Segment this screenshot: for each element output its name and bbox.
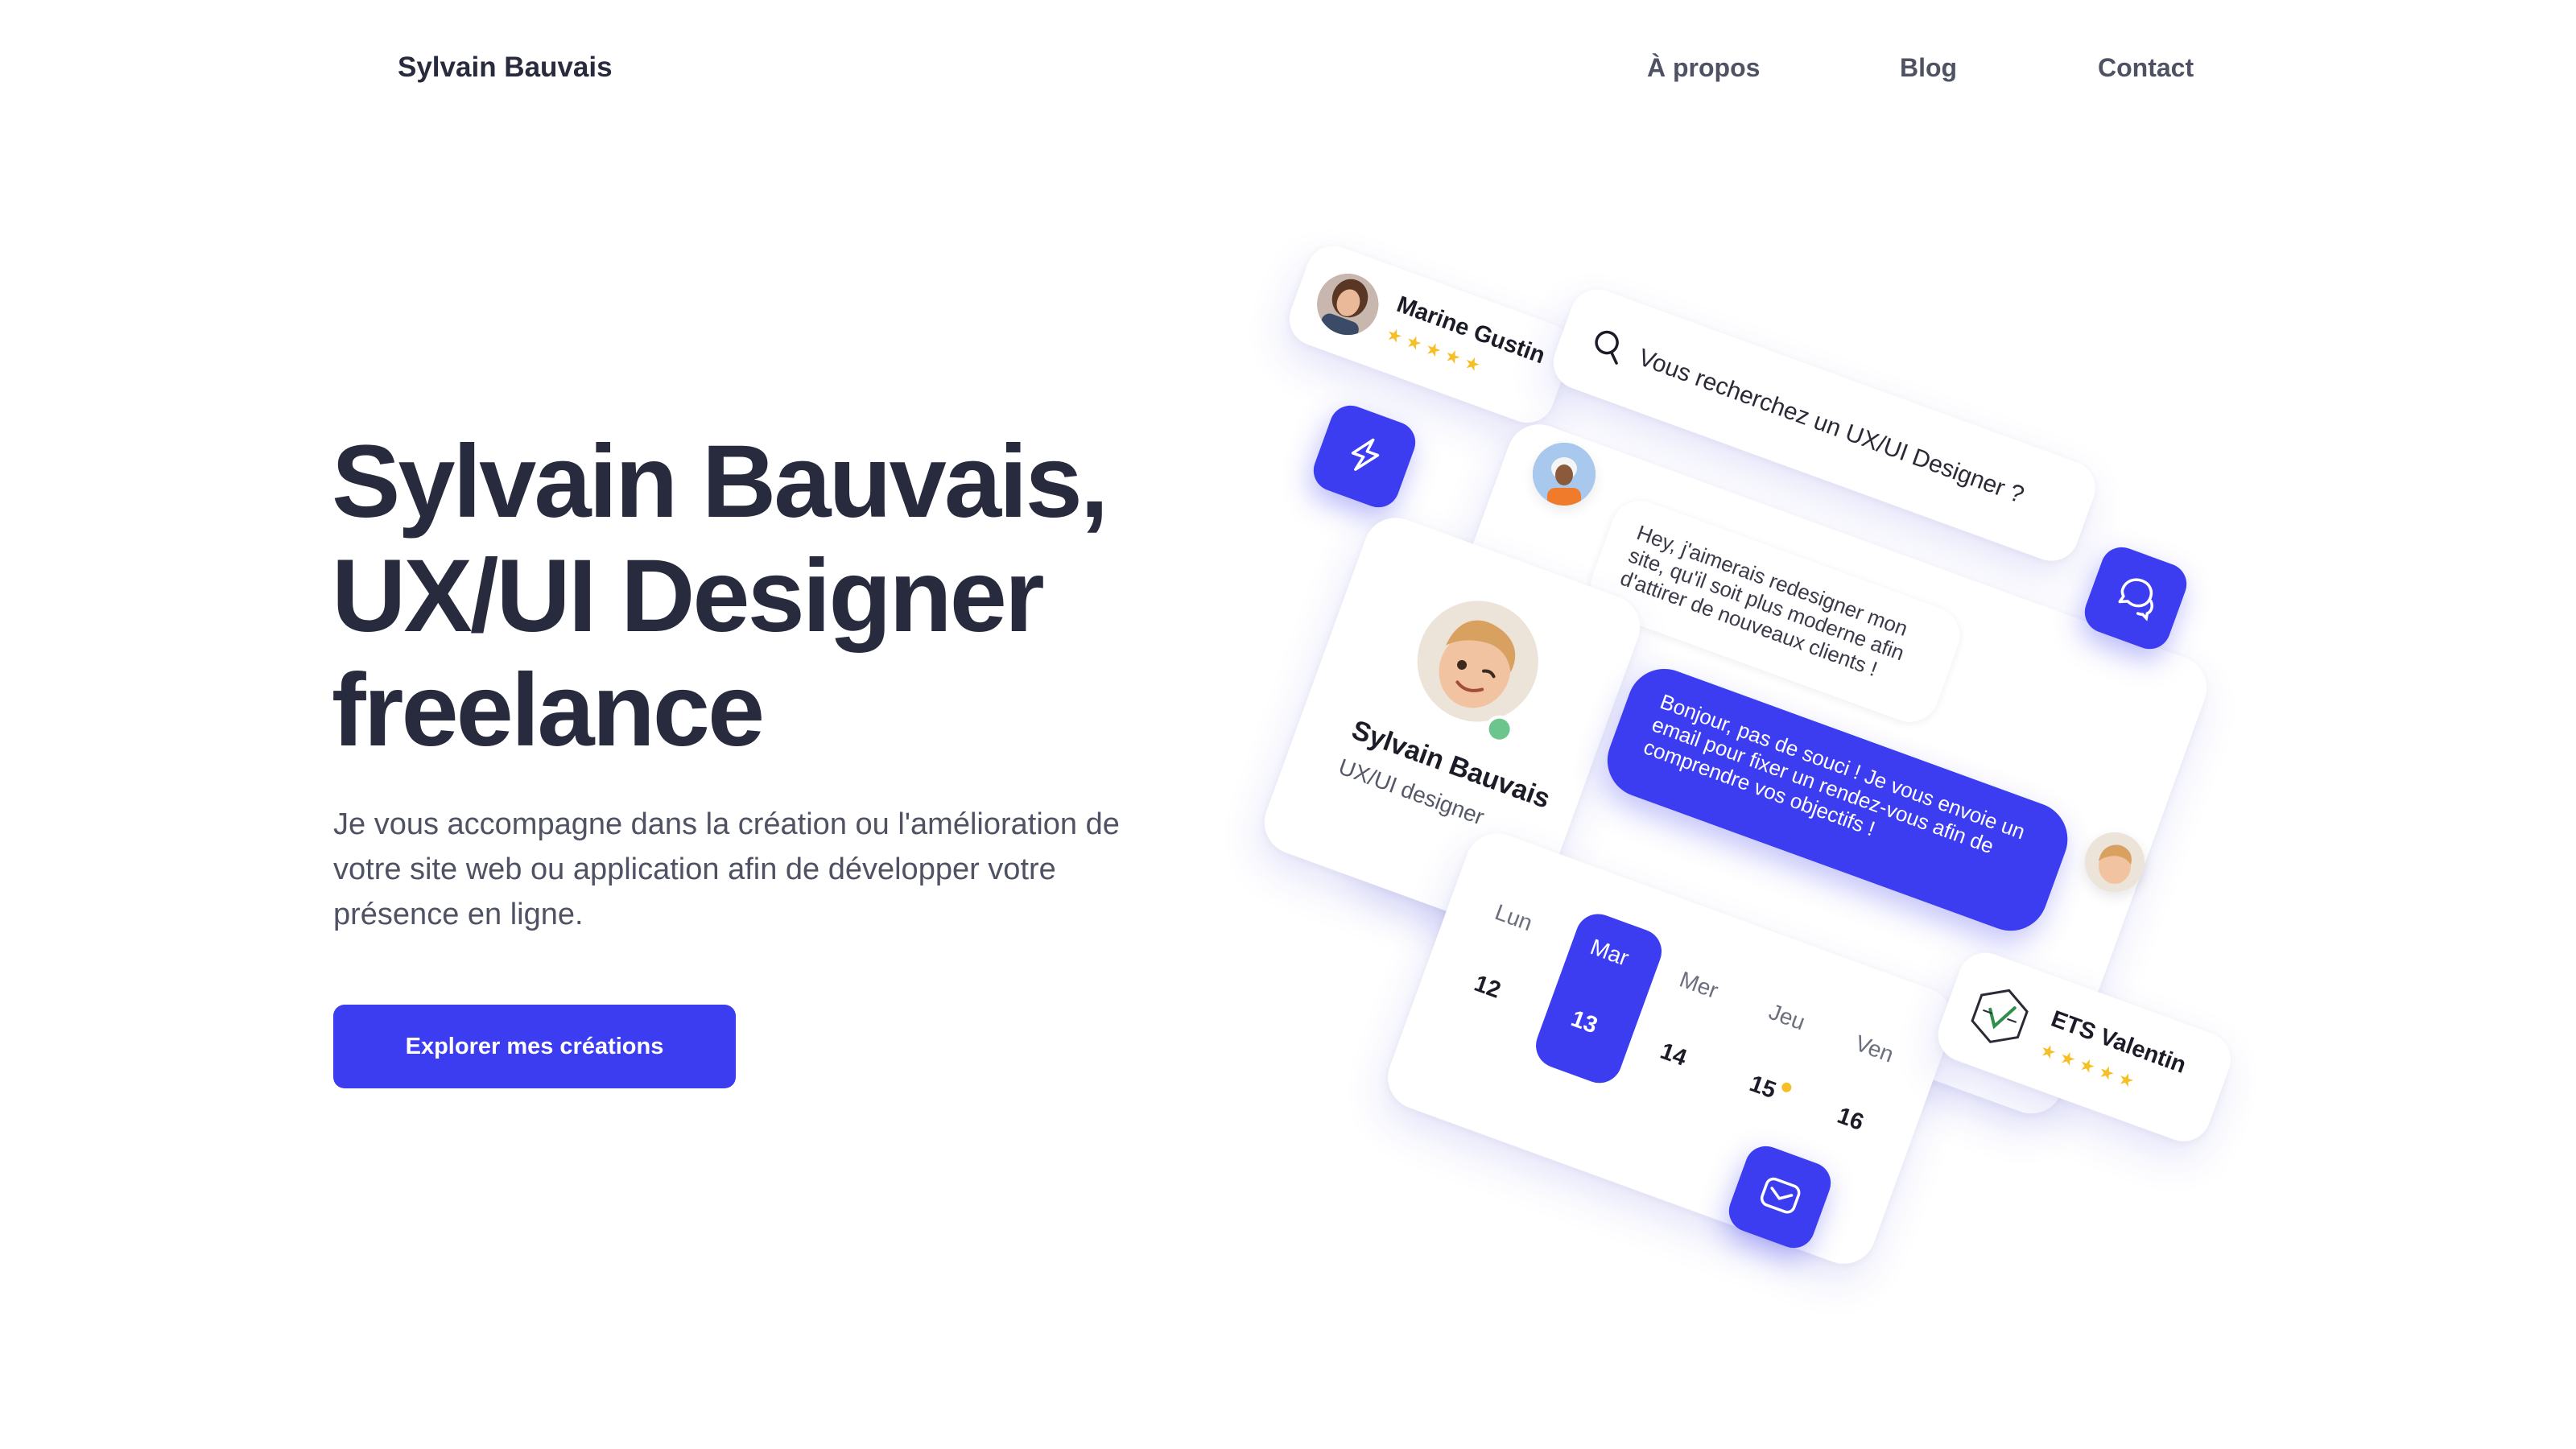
designer-mini-avatar — [2085, 832, 2145, 892]
calendar-date-14[interactable]: 14 — [1657, 1038, 1690, 1072]
calendar-day-mer: Mer — [1676, 966, 1722, 1004]
calendar-day-lun: Lun — [1492, 899, 1536, 936]
mail-icon — [1749, 1165, 1810, 1228]
lightning-button[interactable] — [1307, 399, 1422, 514]
calendar-date-15[interactable]: 15 — [1746, 1071, 1779, 1104]
calendar-date-12[interactable]: 12 — [1471, 971, 1504, 1005]
reviewer-avatar — [1308, 265, 1387, 344]
review-card-marine: Marine Gustin ★★★★★ — [1282, 238, 1579, 431]
client-avatar — [1533, 443, 1596, 506]
lightning-icon — [1336, 427, 1393, 486]
hero-illustration: Marine Gustin ★★★★★ Vous recherchez un U… — [0, 0, 2576, 1449]
calendar-day-jeu: Jeu — [1765, 998, 1809, 1035]
calendar-event-dot — [1780, 1081, 1794, 1094]
profile-avatar — [1400, 584, 1555, 739]
search-icon — [1585, 324, 1630, 371]
chat-bubbles-icon — [2105, 566, 2166, 630]
company-logo — [1959, 975, 2041, 1058]
calendar-date-16[interactable]: 16 — [1834, 1103, 1867, 1137]
calendar-day-ven: Ven — [1852, 1030, 1897, 1067]
